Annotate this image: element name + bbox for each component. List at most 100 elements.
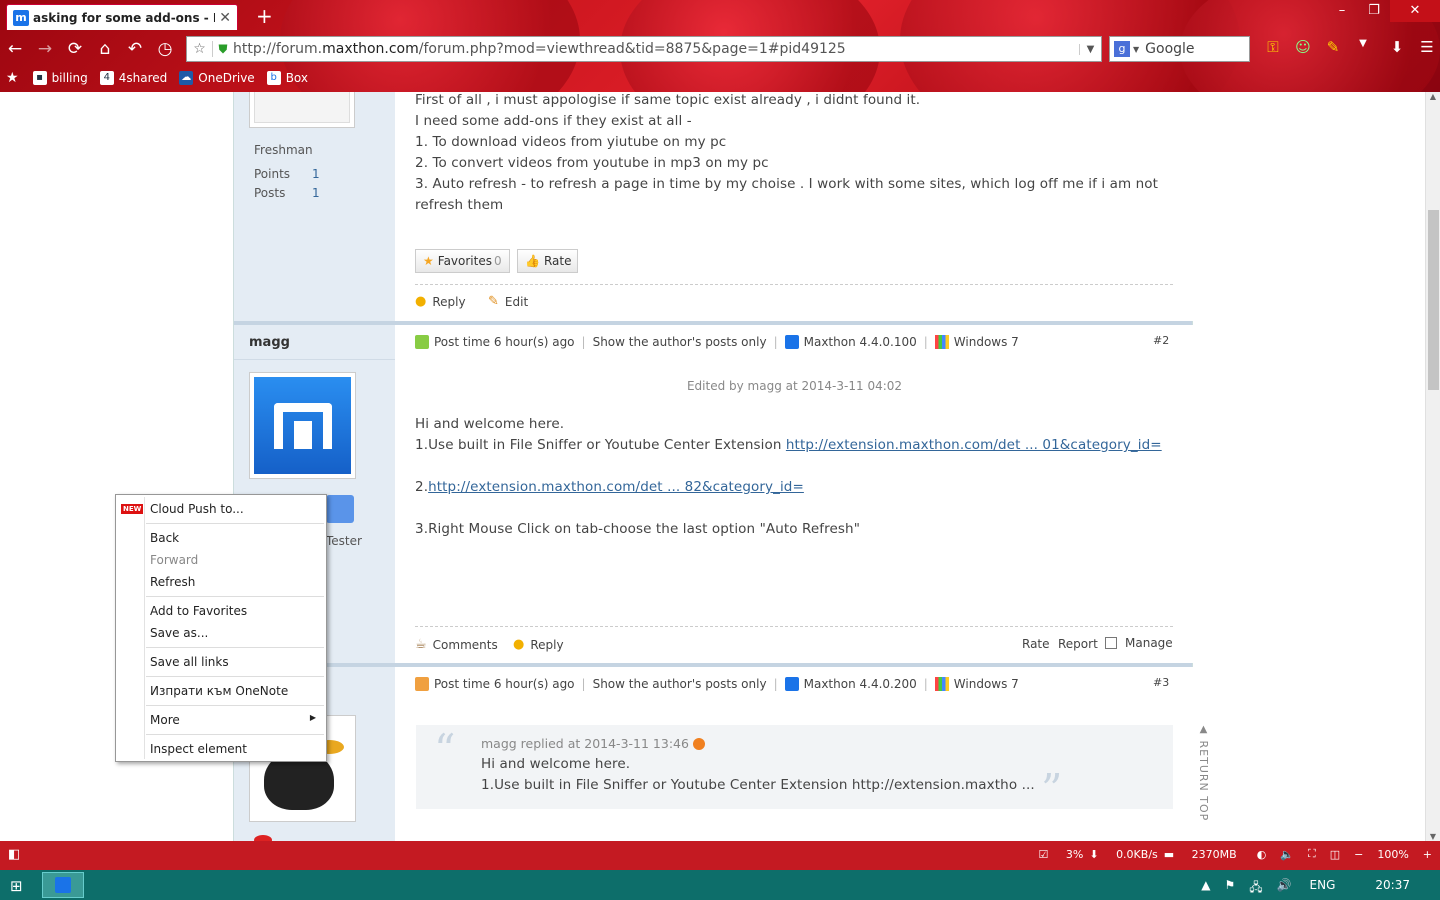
new-tab-button[interactable]: + [256,4,273,28]
reply-link[interactable]: ● Reply [513,637,564,652]
favorite-star-icon[interactable]: ☆ [187,41,213,57]
author-only-link[interactable]: Show the author's posts only [593,335,767,349]
zoom-level[interactable]: 100% [1377,848,1408,861]
checkbox[interactable] [1105,637,1117,649]
menu-icon[interactable]: ☰ [1412,38,1440,56]
star-icon: ★ [423,254,434,268]
search-box[interactable]: g ▼ Google [1109,36,1250,62]
submenu-arrow-icon: ▶ [309,713,316,722]
menu-item-save-as[interactable]: Save as... [150,626,208,640]
comments-link[interactable]: ☕ Comments [415,637,498,652]
fullscreen-icon[interactable]: ⛶ [1308,847,1316,861]
rate-button[interactable]: 👍 Rate [517,249,578,273]
menu-item-back[interactable]: Back [150,531,179,545]
menu-item-more[interactable]: More [150,713,180,727]
home-icon[interactable]: ⌂ [90,39,120,59]
author-name[interactable]: magg [249,335,290,350]
tray-expand-icon[interactable]: ▲ [1201,878,1210,899]
post-floor[interactable]: #2 [1153,334,1169,347]
history-icon[interactable]: ◷ [150,39,180,59]
rate-link[interactable]: Rate [1022,637,1050,651]
key-icon[interactable]: ⚿ [1258,38,1288,56]
minimize-icon[interactable]: – [1326,0,1358,22]
night-mode-icon[interactable]: ◐ [1257,848,1267,861]
bookmark-box[interactable]: b Box [266,71,308,85]
back-icon[interactable]: ← [0,39,30,59]
user-icon[interactable]: ☺ [1288,38,1318,56]
chevron-down-icon[interactable]: ▼ [1079,43,1101,55]
close-tab-icon[interactable]: ✕ [219,10,231,26]
chevron-down-icon[interactable]: ▼ [1348,38,1378,56]
reply-link[interactable]: ● Reply [415,294,466,309]
4shared-icon: 4 [99,71,114,85]
post-body: Post time 6 hour(s) ago | Show the autho… [396,325,1193,663]
bookmark-billing[interactable]: ▪ billing [32,71,88,85]
report-link[interactable]: Report [1058,637,1098,651]
undo-icon[interactable]: ↶ [120,39,150,59]
post-meta: Post time 6 hour(s) ago | Show the autho… [415,677,1019,691]
avatar[interactable] [249,372,356,479]
zoom-in-icon[interactable]: + [1423,848,1432,861]
favorites-button[interactable]: ★ Favorites 0 [415,249,510,273]
split-screen-icon[interactable]: ◫ [1330,848,1340,861]
download-icon[interactable]: ⬇ [1382,38,1412,56]
scroll-down-icon[interactable]: ▼ [1426,832,1440,841]
volume-icon[interactable]: 🔊 [1277,878,1292,899]
post-time-icon [415,677,429,691]
scrollbar-thumb[interactable] [1428,210,1439,390]
post-floor[interactable]: #3 [1153,676,1169,689]
bookmark-onedrive[interactable]: ☁ OneDrive [179,71,255,85]
network-icon[interactable]: 🖧 [1249,878,1262,899]
menu-item-save-links[interactable]: Save all links [150,655,229,669]
posts-value[interactable]: 1 [312,186,320,200]
box-icon: b [266,71,281,85]
manage-checkbox[interactable]: Manage [1105,636,1173,650]
menu-item-refresh[interactable]: Refresh [150,575,195,589]
badge-icon [326,495,354,523]
chevron-down-icon[interactable]: ▼ [1133,45,1139,54]
scroll-up-icon[interactable]: ▲ [1426,92,1440,101]
quote-header: magg replied at 2014-3-11 13:46 [481,736,705,751]
divider [234,359,395,360]
url-text[interactable]: http://forum.maxthon.com/forum.php?mod=v… [233,41,1079,57]
open-quote-icon: “ [434,725,456,774]
sidebar-toggle-icon[interactable]: ◧ [8,847,20,862]
restore-icon[interactable]: ❐ [1358,0,1390,22]
clock[interactable]: 20:37 [1375,878,1410,899]
close-window-icon[interactable]: ✕ [1390,0,1440,22]
network-indicator: ⬇ 0.0KB/s [1089,847,1158,861]
menu-item-inspect[interactable]: Inspect element [150,742,247,756]
avatar[interactable] [249,92,355,128]
windows-taskbar: ⊞ ▲ ⚑ 🖧 🔊 ENG 20:37 [0,870,1440,900]
language-indicator[interactable]: ENG [1310,878,1336,899]
post-time-icon [415,335,429,349]
menu-item-forward[interactable]: Forward [150,553,198,567]
extension-link-1[interactable]: http://extension.maxthon.com/det ... 01&… [786,437,1162,453]
zoom-out-icon[interactable]: − [1354,848,1363,861]
refresh-icon[interactable]: ⟳ [60,39,90,59]
address-bar[interactable]: ☆ ⛊ http://forum.maxthon.com/forum.php?m… [186,36,1102,62]
return-top-button[interactable]: ▲ RETURN TOP [1194,724,1210,821]
points-value[interactable]: 1 [312,167,320,181]
taskbar-maxthon-button[interactable] [42,872,84,898]
forward-icon[interactable]: → [30,39,60,59]
posts-label: Posts [254,186,286,200]
windows-start-icon[interactable]: ⊞ [10,877,23,895]
bookmark-4shared[interactable]: 4 4shared [99,71,167,85]
extension-link-2[interactable]: http://extension.maxthon.com/det ... 82&… [428,479,804,495]
menu-item-add-favorites[interactable]: Add to Favorites [150,604,247,618]
menu-item-onenote[interactable]: Изпрати към OneNote [150,684,288,698]
edit-link[interactable]: ✎ Edit [488,294,528,309]
bookmark-star-icon[interactable]: ★ [6,70,19,86]
vertical-scrollbar[interactable]: ▲ ▼ [1425,92,1440,841]
quote-text: Hi and welcome here. 1.Use built in File… [481,756,1035,793]
flag-icon[interactable]: ⚑ [1224,878,1235,899]
brush-icon[interactable]: ✎ [1318,38,1348,56]
browser-tab[interactable]: m asking for some add-ons - Brow... ✕ [6,4,238,30]
browser-chrome: m asking for some add-ons - Brow... ✕ + … [0,0,1440,92]
extension-toolbar: ⚿ ☺ ✎ ▼ ⬇ ☰ [1258,38,1440,56]
menu-item-cloud-push[interactable]: Cloud Push to... [150,502,244,516]
sound-icon[interactable]: 🔈 [1280,848,1294,861]
author-only-link[interactable]: Show the author's posts only [593,677,767,691]
jump-to-post-icon[interactable] [692,737,705,750]
